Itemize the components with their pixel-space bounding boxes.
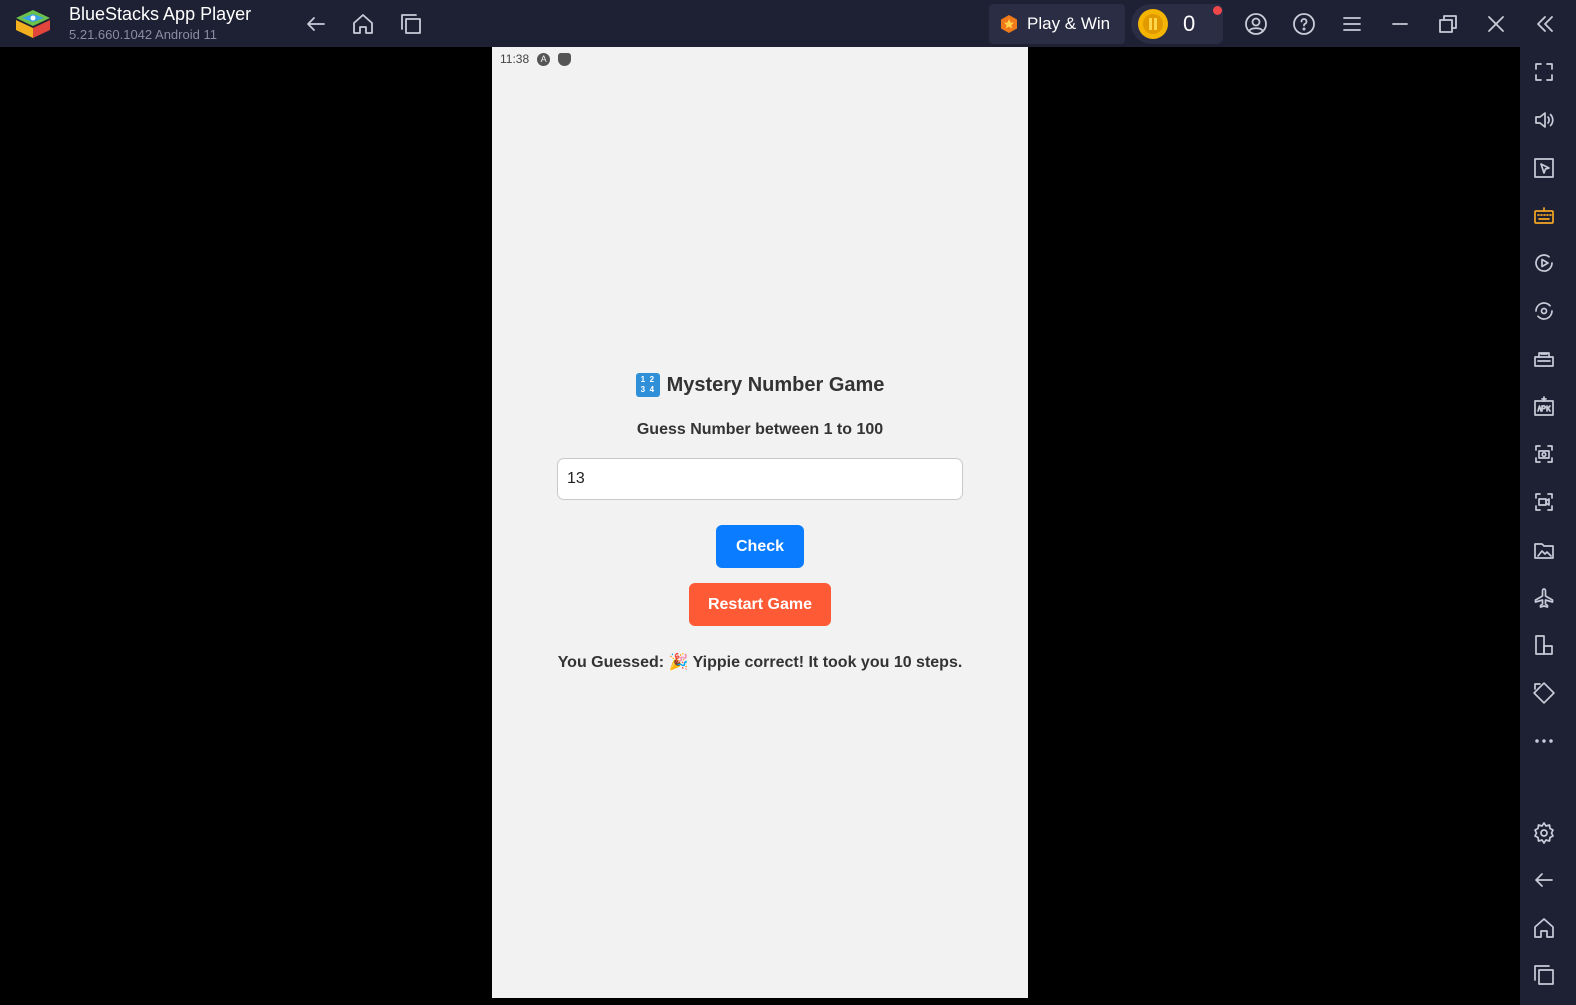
coin-icon <box>1138 9 1168 39</box>
recent-apps-icon[interactable] <box>396 9 426 39</box>
pointer-icon[interactable] <box>1530 154 1558 182</box>
airplane-icon[interactable] <box>1530 584 1558 612</box>
screen-record-icon[interactable] <box>1530 488 1558 516</box>
play-win-label: Play & Win <box>1027 14 1111 33</box>
multi-instance-icon[interactable] <box>1530 631 1558 659</box>
fullscreen-icon[interactable] <box>1530 58 1558 86</box>
menu-icon[interactable] <box>1337 9 1367 39</box>
play-win-badge-icon <box>1001 15 1017 33</box>
coin-balance[interactable]: 0 <box>1131 4 1223 44</box>
more-icon[interactable] <box>1530 727 1558 755</box>
screenshot-icon[interactable] <box>1530 440 1558 468</box>
volume-icon[interactable] <box>1530 106 1558 134</box>
minimize-icon[interactable] <box>1385 9 1415 39</box>
help-icon[interactable] <box>1289 9 1319 39</box>
game-controls-icon[interactable] <box>1530 345 1558 373</box>
macro-play-icon[interactable] <box>1530 249 1558 277</box>
home-icon[interactable] <box>348 9 378 39</box>
game-instructions: Guess Number between 1 to 100 <box>636 421 884 438</box>
home-icon[interactable] <box>1530 914 1558 942</box>
status-time: 11:38 <box>500 52 530 66</box>
close-icon[interactable] <box>1481 9 1511 39</box>
sync-icon[interactable] <box>1530 297 1558 325</box>
notification-dot <box>1213 6 1222 15</box>
collapse-sidebar-icon[interactable] <box>1530 9 1560 39</box>
keyboard-icon[interactable] <box>1530 202 1558 230</box>
right-sidebar <box>1520 47 1576 1005</box>
back-icon[interactable] <box>1530 866 1558 894</box>
bluestacks-logo-icon <box>16 10 50 38</box>
shield-icon <box>558 52 572 66</box>
install-apk-icon[interactable] <box>1530 392 1558 420</box>
input-numbers-icon: 1 2 3 4 <box>635 373 660 397</box>
restore-icon[interactable] <box>1433 9 1463 39</box>
account-icon[interactable] <box>1241 9 1271 39</box>
game-title-text: Mystery Number Game <box>666 373 885 396</box>
result-message: You Guessed: 🎉 Yippie correct! It took y… <box>557 654 963 671</box>
check-button[interactable]: Check <box>716 525 804 568</box>
settings-icon[interactable] <box>1530 819 1558 847</box>
guess-input[interactable] <box>557 458 963 500</box>
back-arrow-icon[interactable] <box>301 9 331 39</box>
title-bar: BlueStacks App Player 5.21.660.1042 Andr… <box>0 0 1576 47</box>
coin-count: 0 <box>1183 11 1196 36</box>
game-title: 1 2 3 4 Mystery Number Game <box>492 373 1028 397</box>
android-screen: 11:38 A 1 2 3 4 Mystery Number Game Gues… <box>492 47 1028 998</box>
rotate-icon[interactable] <box>1530 679 1558 707</box>
android-status-bar: 11:38 A <box>500 51 572 67</box>
restart-game-button[interactable]: Restart Game <box>689 583 831 626</box>
recent-apps-icon[interactable] <box>1530 961 1558 989</box>
media-folder-icon[interactable] <box>1530 536 1558 564</box>
app-title: BlueStacks App Player <box>69 4 252 24</box>
app-notification-icon: A <box>537 52 551 66</box>
app-version: 5.21.660.1042 Android 11 <box>69 27 217 42</box>
play-and-win-button[interactable]: Play & Win <box>989 4 1125 44</box>
